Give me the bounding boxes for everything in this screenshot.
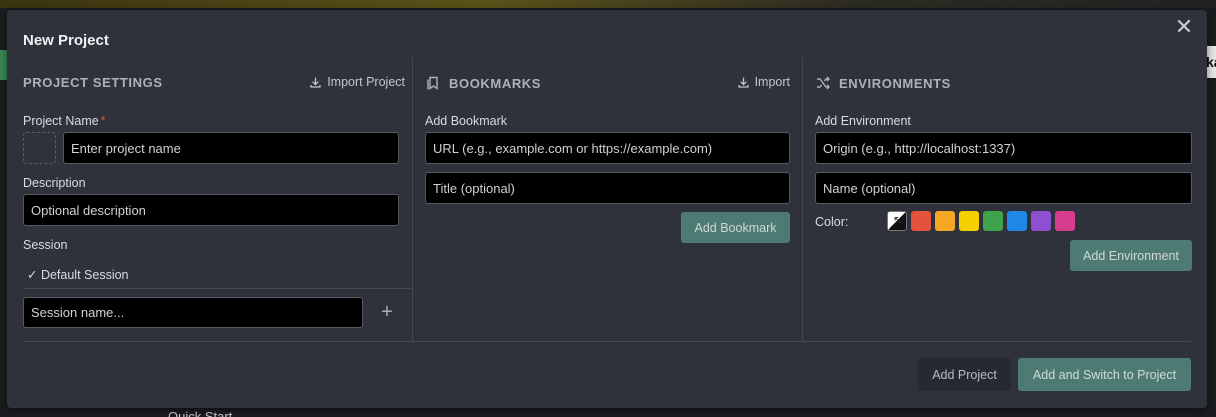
project-settings-header: PROJECT SETTINGS Import Project [23, 75, 411, 93]
import-bookmarks-button[interactable]: Import [737, 75, 790, 89]
add-project-button[interactable]: Add Project [918, 358, 1011, 391]
environments-header: ENVIRONMENTS [815, 75, 1180, 93]
background-top-strip [0, 0, 1216, 8]
environments-section: ENVIRONMENTS Add Environment Color: ↖ Ad… [802, 57, 1192, 341]
new-project-modal: ✕ New Project PROJECT SETTINGS Import Pr… [7, 10, 1207, 408]
description-input[interactable] [23, 194, 399, 226]
download-icon [737, 77, 749, 88]
shuffle-icon [817, 76, 830, 90]
session-name-input[interactable] [23, 297, 363, 328]
add-session-icon[interactable]: + [375, 301, 399, 325]
required-marker: * [100, 114, 106, 128]
description-label: Description [23, 176, 86, 190]
add-bookmark-button[interactable]: Add Bookmark [681, 212, 790, 243]
color-swatch-green[interactable] [983, 211, 1003, 231]
bookmark-title-input[interactable] [425, 172, 790, 204]
project-icon-picker[interactable] [23, 132, 56, 164]
project-name-label: Project Name * [23, 114, 106, 128]
modal-title: New Project [23, 32, 109, 49]
session-item-default[interactable]: ✓ Default Session [27, 267, 129, 282]
download-icon [310, 77, 321, 88]
color-label: Color: [815, 215, 849, 229]
background-quick-start: Quick Start [168, 409, 233, 417]
color-swatch-purple[interactable] [1031, 211, 1051, 231]
footer-divider [23, 341, 1191, 342]
project-settings-title: PROJECT SETTINGS [23, 75, 163, 90]
color-swatch-yellow[interactable] [959, 211, 979, 231]
bookmarks-header: BOOKMARKS Import [425, 75, 790, 93]
project-name-input[interactable] [63, 132, 399, 164]
add-and-switch-button[interactable]: Add and Switch to Project [1018, 358, 1191, 391]
color-swatch-orange[interactable] [935, 211, 955, 231]
import-project-button[interactable]: Import Project [309, 75, 405, 89]
cursor-icon: ↖ [893, 213, 904, 227]
color-swatches: ↖ [887, 211, 1075, 231]
color-swatch-pink[interactable] [1055, 211, 1075, 231]
project-settings-section: PROJECT SETTINGS Import Project Project … [23, 57, 411, 341]
add-environment-label: Add Environment [815, 114, 911, 128]
session-label: Session [23, 238, 68, 252]
environment-name-input[interactable] [815, 172, 1192, 204]
add-environment-button[interactable]: Add Environment [1070, 240, 1192, 271]
color-swatch-red[interactable] [911, 211, 931, 231]
bookmark-url-input[interactable] [425, 132, 790, 164]
color-swatch-default[interactable]: ↖ [887, 211, 907, 231]
environment-origin-input[interactable] [815, 132, 1192, 164]
bookmarks-section: BOOKMARKS Import Add Bookmark Add Bookma… [412, 57, 802, 341]
environments-title: ENVIRONMENTS [815, 75, 951, 91]
color-swatch-blue[interactable] [1007, 211, 1027, 231]
bookmark-icon [427, 76, 438, 90]
session-divider [23, 288, 411, 289]
add-bookmark-label: Add Bookmark [425, 114, 507, 128]
close-icon[interactable]: ✕ [1173, 16, 1195, 38]
bookmarks-title: BOOKMARKS [425, 75, 541, 91]
